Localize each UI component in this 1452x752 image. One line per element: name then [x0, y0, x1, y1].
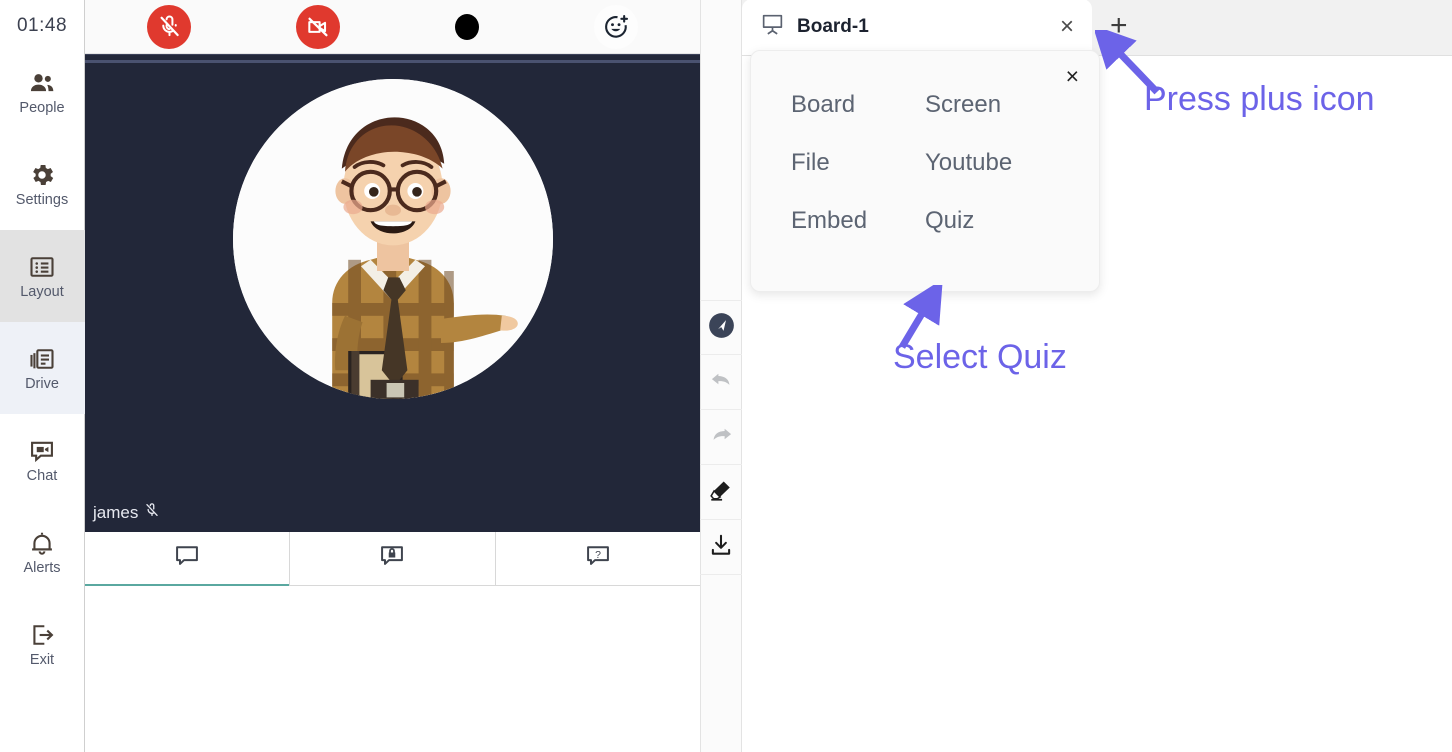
meeting-app-window: 01:48 People Settings Layout Drive Chat … [0, 0, 1452, 752]
gear-icon [27, 160, 57, 190]
sidebar-item-settings[interactable]: Settings [0, 138, 85, 230]
close-icon[interactable]: × [1060, 15, 1074, 39]
mic-muted-icon [147, 4, 192, 49]
eraser-icon [708, 477, 734, 508]
sidebar-item-layout[interactable]: Layout [0, 230, 85, 322]
chat-bubble-question-icon: ? [584, 542, 612, 575]
popup-option-screen[interactable]: Screen [925, 91, 1059, 119]
popup-option-quiz[interactable]: Quiz [925, 207, 1059, 235]
annotation-press-plus: Press plus icon [1144, 80, 1375, 118]
video-stage: james [85, 54, 700, 532]
sidebar-item-label: Alerts [23, 560, 61, 577]
sidebar-item-exit[interactable]: Exit [0, 598, 85, 690]
chat-message-area [85, 586, 700, 752]
annotation-select-quiz: Select Quiz [893, 338, 1067, 376]
camera-off-icon [296, 4, 341, 49]
chat-tab-private[interactable] [290, 532, 496, 585]
cursor-icon [708, 312, 735, 344]
video-divider [85, 60, 700, 63]
sidebar-item-label: Exit [29, 652, 55, 669]
redo-icon [709, 422, 734, 452]
svg-text:?: ? [595, 549, 601, 561]
meeting-toolbar [85, 0, 700, 54]
whiteboard-icon [760, 12, 785, 42]
record-dot-icon [454, 13, 479, 40]
chat-video-icon [27, 436, 57, 466]
undo-button[interactable] [700, 355, 742, 410]
board-tab-title: Board-1 [797, 16, 869, 37]
sidebar-item-chat[interactable]: Chat [0, 414, 85, 506]
chat-tab-public[interactable] [85, 532, 291, 586]
mic-muted-badge-icon [144, 502, 160, 523]
exit-icon [27, 620, 57, 650]
layout-icon [27, 252, 57, 282]
popup-close-icon[interactable]: × [1066, 65, 1079, 88]
sidebar-item-label: Drive [25, 376, 59, 393]
meeting-timer: 01:48 [16, 15, 68, 36]
redo-button[interactable] [700, 410, 742, 465]
drive-icon [27, 344, 57, 374]
chat-bubble-lock-icon [378, 542, 406, 575]
meeting-column: james ? [85, 0, 700, 752]
board-tab-bar: Board-1 × + [742, 0, 1452, 56]
camera-toggle-button[interactable] [295, 4, 341, 50]
board-tool-rail [700, 0, 742, 752]
sidebar-item-people[interactable]: People [0, 46, 85, 138]
add-content-popup: × Board Screen File Youtube Embed Quiz [750, 50, 1100, 292]
emoji-plus-icon [593, 4, 638, 49]
participant-name: james [93, 502, 139, 522]
download-icon [708, 532, 734, 563]
participant-name-tag: james [85, 499, 168, 526]
sidebar-item-label: People [19, 100, 65, 117]
undo-icon [709, 367, 734, 397]
record-button[interactable] [444, 4, 490, 50]
reaction-button[interactable] [593, 4, 639, 50]
sidebar-item-label: Settings [15, 192, 69, 209]
chat-tab-qa[interactable]: ? [496, 532, 700, 585]
left-sidebar: 01:48 People Settings Layout Drive Chat … [0, 0, 85, 752]
sidebar-item-label: Chat [26, 468, 58, 485]
popup-option-file[interactable]: File [791, 149, 925, 177]
participant-avatar [232, 79, 553, 399]
sidebar-item-label: Layout [20, 284, 64, 301]
people-icon [27, 68, 57, 98]
board-tab-board1[interactable]: Board-1 × [742, 0, 1092, 55]
popup-option-youtube[interactable]: Youtube [925, 149, 1059, 177]
mic-mute-button[interactable] [146, 4, 192, 50]
chat-tab-strip: ? [85, 532, 700, 586]
popup-option-embed[interactable]: Embed [791, 207, 925, 235]
cursor-tool-button[interactable] [700, 300, 742, 355]
popup-option-board[interactable]: Board [791, 91, 925, 119]
chat-bubble-icon [173, 542, 201, 575]
eraser-button[interactable] [700, 465, 742, 520]
popup-options-grid: Board Screen File Youtube Embed Quiz [751, 91, 1099, 235]
bell-icon [27, 528, 57, 558]
sidebar-item-alerts[interactable]: Alerts [0, 506, 85, 598]
add-board-plus-icon[interactable]: + [1092, 11, 1146, 41]
download-button[interactable] [700, 520, 742, 575]
sidebar-item-drive[interactable]: Drive [0, 322, 85, 414]
